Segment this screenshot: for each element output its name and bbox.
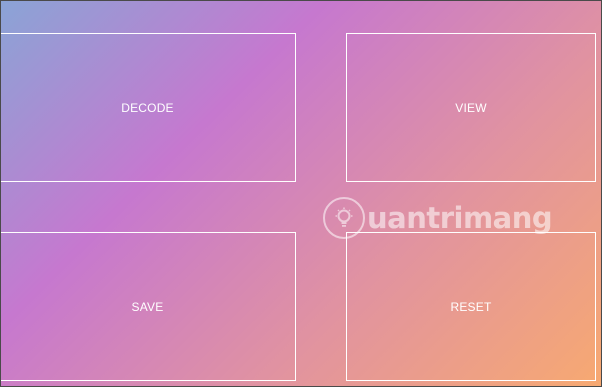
save-button-label: SAVE (131, 299, 164, 314)
app-window: DECODE VIEW SAVE RESET uantrimang (0, 0, 602, 387)
save-button[interactable]: SAVE (1, 232, 296, 381)
view-button[interactable]: VIEW (346, 33, 596, 182)
decode-button[interactable]: DECODE (1, 33, 296, 182)
decode-button-label: DECODE (121, 100, 174, 115)
watermark-text: uantrimang (367, 201, 553, 235)
reset-button[interactable]: RESET (346, 232, 596, 381)
view-button-label: VIEW (455, 100, 487, 115)
reset-button-label: RESET (450, 299, 492, 314)
